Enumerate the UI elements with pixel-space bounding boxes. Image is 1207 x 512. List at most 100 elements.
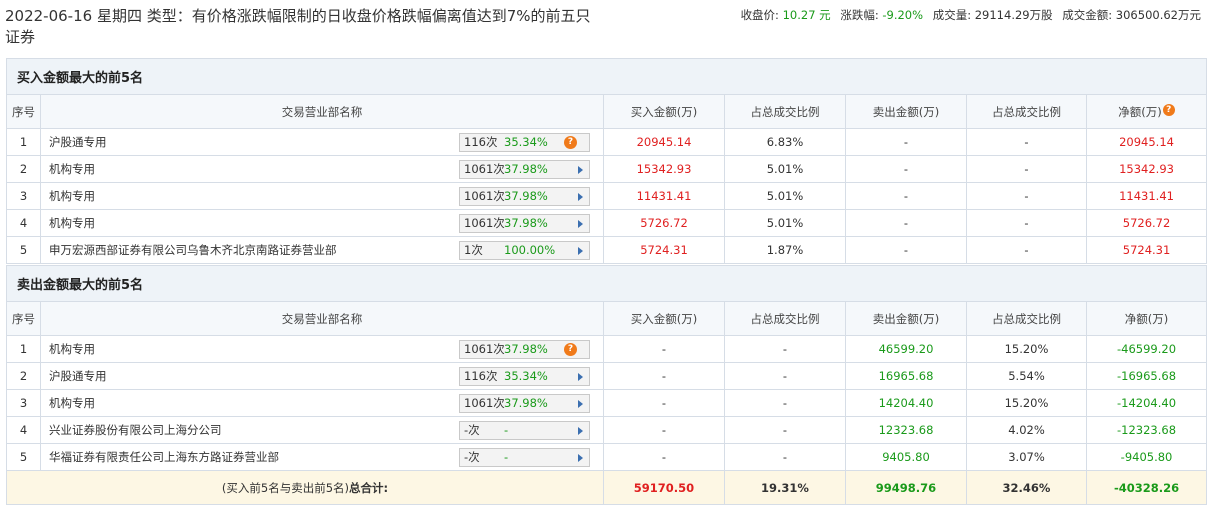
broker-cell: 机构专用 1061次 37.98% bbox=[40, 209, 604, 237]
broker-name[interactable]: 申万宏源西部证券有限公司乌鲁木齐北京南路证券营业部 bbox=[49, 242, 459, 258]
broker-count: 1061次 bbox=[464, 396, 505, 410]
stock-summary: 收盘价: 10.27 元 涨跌幅: -9.20% 成交量: 29114.29万股… bbox=[741, 7, 1201, 23]
broker-stats-box[interactable]: 116次 35.34%? bbox=[459, 132, 590, 152]
broker-name[interactable]: 机构专用 bbox=[49, 341, 459, 357]
table-row: 3 机构专用 1061次 37.98% - -14204.40 15.20% -14204.4… bbox=[6, 389, 1207, 417]
broker-win-rate: 37.98% bbox=[504, 342, 548, 356]
arrow-right-icon[interactable] bbox=[578, 192, 583, 201]
sell-ratio: - bbox=[966, 236, 1087, 264]
table-row: 4 兴业证券股份有限公司上海分公司 -次 - - -12323.68 4.02% -12323… bbox=[6, 416, 1207, 444]
arrow-right-icon[interactable] bbox=[578, 219, 583, 228]
broker-stats-box[interactable]: 1061次 37.98% bbox=[459, 393, 590, 413]
net-amount: 15342.93 bbox=[1085, 155, 1207, 183]
arrow-right-icon[interactable] bbox=[578, 372, 583, 381]
broker-win-rate: 100.00% bbox=[504, 243, 556, 257]
row-idx: 3 bbox=[6, 389, 41, 417]
broker-stats-box[interactable]: 1061次 37.98% bbox=[459, 159, 590, 179]
sell-ratio: 15.20% bbox=[966, 389, 1087, 417]
sell-ratio: 4.02% bbox=[966, 416, 1087, 444]
broker-stats-box[interactable]: 1061次 37.98% bbox=[459, 213, 590, 233]
broker-cell: 机构专用 1061次 37.98% bbox=[40, 155, 604, 183]
broker-stats-box[interactable]: -次 - bbox=[459, 447, 590, 467]
broker-win-rate: - bbox=[504, 423, 509, 437]
sell-amount: - bbox=[845, 236, 967, 264]
broker-name[interactable]: 机构专用 bbox=[49, 395, 459, 411]
broker-stats-box[interactable]: 116次 35.34% bbox=[459, 366, 590, 386]
broker-win-rate: - bbox=[504, 450, 509, 464]
total-buy-ratio: 19.31% bbox=[724, 470, 846, 505]
col-sell-ratio: 占总成交比例 bbox=[966, 301, 1087, 336]
row-idx: 2 bbox=[6, 155, 41, 183]
buy-amount: 5726.72 bbox=[603, 209, 725, 237]
buy-ratio: - bbox=[724, 362, 846, 390]
amount-label: 成交金额: bbox=[1062, 8, 1113, 22]
buy-amount: 15342.93 bbox=[603, 155, 725, 183]
table-row: 3 机构专用 1061次 37.98% 11431.41 5.01% - -11431.41 bbox=[6, 182, 1207, 210]
buy-amount: 5724.31 bbox=[603, 236, 725, 264]
net-amount: 20945.14 bbox=[1085, 128, 1207, 156]
net-amount: -12323.68 bbox=[1085, 416, 1207, 444]
arrow-right-icon[interactable] bbox=[578, 165, 583, 174]
total-sell: 99498.76 bbox=[845, 470, 967, 505]
sell-ratio: - bbox=[966, 128, 1087, 156]
arrow-right-icon[interactable] bbox=[578, 453, 583, 462]
sell-amount: - bbox=[845, 155, 967, 183]
broker-name[interactable]: 华福证券有限责任公司上海东方路证券营业部 bbox=[49, 449, 459, 465]
broker-name[interactable]: 机构专用 bbox=[49, 161, 459, 177]
buy-amount: 11431.41 bbox=[603, 182, 725, 210]
question-icon[interactable]: ? bbox=[564, 342, 577, 356]
broker-stats-box[interactable]: 1061次 37.98% bbox=[459, 186, 590, 206]
row-idx: 4 bbox=[6, 416, 41, 444]
buy-amount: 20945.14 bbox=[603, 128, 725, 156]
sell-section-title: 卖出金额最大的前5名 bbox=[5, 265, 1207, 302]
sell-ratio: - bbox=[966, 155, 1087, 183]
broker-name[interactable]: 兴业证券股份有限公司上海分公司 bbox=[49, 422, 459, 438]
buy-amount: - bbox=[603, 335, 725, 363]
sell-ratio: - bbox=[966, 209, 1087, 237]
broker-stats-box[interactable]: 1061次 37.98%? bbox=[459, 339, 590, 359]
buy-table-body: 1 沪股通专用 116次 35.34%? 20945.14 6.83% - -20945.14… bbox=[6, 128, 1207, 264]
row-idx: 1 bbox=[6, 128, 41, 156]
broker-name[interactable]: 机构专用 bbox=[49, 188, 459, 204]
broker-win-rate: 35.34% bbox=[504, 369, 548, 383]
table-row: 1 机构专用 1061次 37.98%? - -46599.20 15.20% -46599.… bbox=[6, 335, 1207, 363]
sell-ratio: 3.07% bbox=[966, 443, 1087, 471]
sell-top5-table: 卖出金额最大的前5名 序号 交易营业部名称 买入金额(万) 占总成交比例 卖出金… bbox=[5, 265, 1207, 505]
col-idx: 序号 bbox=[6, 94, 41, 129]
broker-name[interactable]: 沪股通专用 bbox=[49, 368, 459, 384]
sell-amount: 14204.40 bbox=[845, 389, 967, 417]
col-buy: 买入金额(万) bbox=[603, 301, 725, 336]
total-label-bold: 总合计: bbox=[349, 480, 389, 495]
broker-stats-box[interactable]: 1次 100.00% bbox=[459, 240, 590, 260]
total-buy: 59170.50 bbox=[603, 470, 725, 505]
col-net: 净额(万)? bbox=[1085, 94, 1207, 129]
buy-ratio: 5.01% bbox=[724, 155, 846, 183]
sell-amount: - bbox=[845, 209, 967, 237]
buy-ratio: - bbox=[724, 443, 846, 471]
arrow-right-icon[interactable] bbox=[578, 399, 583, 408]
sell-amount: - bbox=[845, 128, 967, 156]
table-row: 2 沪股通专用 116次 35.34% - -16965.68 5.54% -16965.68 bbox=[6, 362, 1207, 390]
broker-name[interactable]: 机构专用 bbox=[49, 215, 459, 231]
broker-cell: 机构专用 1061次 37.98% bbox=[40, 182, 604, 210]
question-icon[interactable]: ? bbox=[564, 135, 577, 149]
volume-label: 成交量: bbox=[932, 8, 972, 22]
broker-name[interactable]: 沪股通专用 bbox=[49, 134, 459, 150]
total-label-prefix: (买入前5名与卖出前5名) bbox=[221, 480, 349, 495]
sell-amount: 9405.80 bbox=[845, 443, 967, 471]
broker-count: 1061次 bbox=[464, 189, 505, 203]
broker-cell: 机构专用 1061次 37.98% bbox=[40, 389, 604, 417]
broker-cell: 申万宏源西部证券有限公司乌鲁木齐北京南路证券营业部 1次 100.00% bbox=[40, 236, 604, 264]
question-icon[interactable]: ? bbox=[1162, 103, 1175, 116]
broker-cell: 兴业证券股份有限公司上海分公司 -次 - bbox=[40, 416, 604, 444]
arrow-right-icon[interactable] bbox=[578, 426, 583, 435]
sell-amount: 46599.20 bbox=[845, 335, 967, 363]
page-header: 2022-06-16 星期四 类型：有价格涨跌幅限制的日收盘价格跌幅偏离值达到7… bbox=[0, 0, 1207, 56]
net-amount: 5726.72 bbox=[1085, 209, 1207, 237]
arrow-right-icon[interactable] bbox=[578, 246, 583, 255]
buy-top5-table: 买入金额最大的前5名 序号 交易营业部名称 买入金额(万) 占总成交比例 卖出金… bbox=[5, 58, 1207, 264]
row-idx: 5 bbox=[6, 236, 41, 264]
broker-stats-box[interactable]: -次 - bbox=[459, 420, 590, 440]
volume-value: 29114.29万股 bbox=[974, 8, 1053, 22]
col-net-label: 净额(万) bbox=[1118, 104, 1162, 119]
